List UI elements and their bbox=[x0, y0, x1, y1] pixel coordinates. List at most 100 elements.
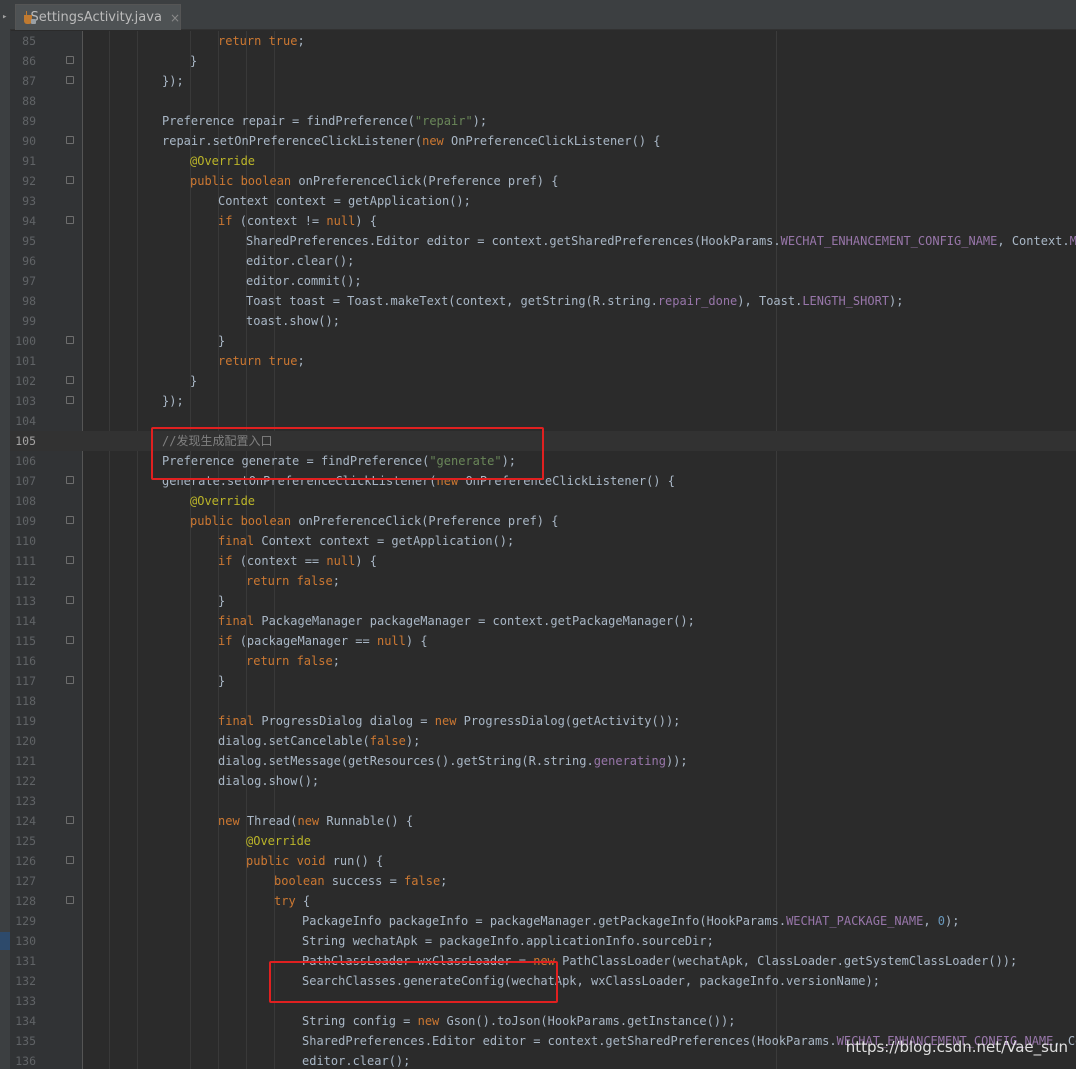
code-line[interactable]: 108 @Override bbox=[10, 491, 1076, 511]
code-line[interactable]: 100} bbox=[10, 331, 1076, 351]
code-line[interactable]: 128 try { bbox=[10, 891, 1076, 911]
line-number: 119 bbox=[15, 714, 36, 728]
line-number: 136 bbox=[15, 1054, 36, 1068]
code-token: String wechatApk = packageInfo.applicati… bbox=[302, 934, 714, 948]
code-line[interactable]: 132 SearchClasses.generateConfig(wechatAp… bbox=[10, 971, 1076, 991]
line-number: 89 bbox=[22, 114, 36, 128]
fold-marker-icon[interactable] bbox=[66, 556, 74, 564]
fold-marker-icon[interactable] bbox=[66, 136, 74, 144]
code-line[interactable]: 94 if (context != null) { bbox=[10, 211, 1076, 231]
code-text: String wechatApk = packageInfo.applicati… bbox=[302, 931, 714, 951]
code-line[interactable]: 92 public boolean onPreferenceClick(Prefe… bbox=[10, 171, 1076, 191]
fold-marker-icon[interactable] bbox=[66, 56, 74, 64]
code-line[interactable]: 130 String wechatApk = packageInfo.applic… bbox=[10, 931, 1076, 951]
code-line[interactable]: 91 @Override bbox=[10, 151, 1076, 171]
code-line[interactable]: 107 generate.setOnPreferenceClickListener… bbox=[10, 471, 1076, 491]
code-token: return bbox=[246, 654, 297, 668]
fold-marker-icon[interactable] bbox=[66, 856, 74, 864]
code-line[interactable]: 102} bbox=[10, 371, 1076, 391]
code-line[interactable]: 99 toast.show(); bbox=[10, 311, 1076, 331]
code-line[interactable]: 89 Preference repair = findPreference("re… bbox=[10, 111, 1076, 131]
code-line[interactable]: 96 editor.clear(); bbox=[10, 251, 1076, 271]
code-line[interactable]: 85 return true; bbox=[10, 31, 1076, 51]
code-line[interactable]: 90 repair.setOnPreferenceClickListener(ne… bbox=[10, 131, 1076, 151]
fold-marker-icon[interactable] bbox=[66, 396, 74, 404]
code-line[interactable]: 88 bbox=[10, 91, 1076, 111]
code-token: Toast toast = Toast.makeText(context, ge… bbox=[246, 294, 658, 308]
code-line[interactable]: 111 if (context == null) { bbox=[10, 551, 1076, 571]
close-icon[interactable]: × bbox=[170, 11, 180, 25]
code-token: PackageManager packageManager = context.… bbox=[261, 614, 695, 628]
code-token: Gson().toJson(HookParams.getInstance()); bbox=[446, 1014, 736, 1028]
tab-settings-activity[interactable]: SettingsActivity.java × bbox=[15, 4, 181, 30]
code-line[interactable]: 104 bbox=[10, 411, 1076, 431]
code-line[interactable]: 133 bbox=[10, 991, 1076, 1011]
code-line[interactable]: 126 public void run() { bbox=[10, 851, 1076, 871]
code-line[interactable]: 118 bbox=[10, 691, 1076, 711]
fold-marker-icon[interactable] bbox=[66, 336, 74, 344]
code-text: return false; bbox=[246, 571, 340, 591]
fold-marker-icon[interactable] bbox=[66, 516, 74, 524]
code-line[interactable]: 114 final PackageManager packageManager =… bbox=[10, 611, 1076, 631]
line-number: 91 bbox=[22, 154, 36, 168]
code-lines[interactable]: 85 return true; 86} 87}); 88 89 Preference rep… bbox=[10, 31, 1076, 1069]
fold-marker-icon[interactable] bbox=[66, 596, 74, 604]
code-line[interactable]: 116 return false; bbox=[10, 651, 1076, 671]
code-editor[interactable]: 85 return true; 86} 87}); 88 89 Preference rep… bbox=[10, 31, 1076, 1069]
code-token: Thread( bbox=[246, 814, 298, 828]
fold-marker-icon[interactable] bbox=[66, 176, 74, 184]
code-line[interactable]: 129 PackageInfo packageInfo = packageMana… bbox=[10, 911, 1076, 931]
code-line[interactable]: 86} bbox=[10, 51, 1076, 71]
collapse-arrow-icon[interactable]: ▸ bbox=[2, 12, 7, 22]
code-line[interactable]: 112 return false; bbox=[10, 571, 1076, 591]
fold-marker-icon[interactable] bbox=[66, 76, 74, 84]
code-line[interactable]: 95 SharedPreferences.Editor editor = cont… bbox=[10, 231, 1076, 251]
code-line[interactable]: 121 dialog.setMessage(getResources().getS… bbox=[10, 751, 1076, 771]
code-line[interactable]: 120 dialog.setCancelable(false); bbox=[10, 731, 1076, 751]
code-line[interactable]: 105 //发现生成配置入口 bbox=[10, 431, 1076, 451]
code-line[interactable]: 93 Context context = getApplication(); bbox=[10, 191, 1076, 211]
fold-marker-icon[interactable] bbox=[66, 476, 74, 484]
line-number: 93 bbox=[22, 194, 36, 208]
code-token: false bbox=[404, 874, 441, 888]
code-line[interactable]: 131 PathClassLoader wxClassLoader = new P… bbox=[10, 951, 1076, 971]
code-token: return bbox=[218, 34, 269, 48]
line-number: 92 bbox=[22, 174, 36, 188]
code-token: MODE_WORLD_READABLE bbox=[1069, 234, 1076, 248]
line-number: 111 bbox=[15, 554, 36, 568]
code-line[interactable]: 109 public boolean onPreferenceClick(Pref… bbox=[10, 511, 1076, 531]
fold-marker-icon[interactable] bbox=[66, 676, 74, 684]
code-line[interactable]: 101 return true; bbox=[10, 351, 1076, 371]
code-line[interactable]: 115 if (packageManager == null) { bbox=[10, 631, 1076, 651]
line-number: 100 bbox=[15, 334, 36, 348]
fold-marker-icon[interactable] bbox=[66, 816, 74, 824]
code-token: repair.setOnPreferenceClickListener( bbox=[162, 134, 423, 148]
code-line[interactable]: 98 Toast toast = Toast.makeText(context, … bbox=[10, 291, 1076, 311]
code-line[interactable]: 123 bbox=[10, 791, 1076, 811]
code-line[interactable]: 127 boolean success = false; bbox=[10, 871, 1076, 891]
line-number: 120 bbox=[15, 734, 36, 748]
code-line[interactable]: 117} bbox=[10, 671, 1076, 691]
code-line[interactable]: 97 editor.commit(); bbox=[10, 271, 1076, 291]
code-line[interactable]: 124 new Thread(new Runnable() { bbox=[10, 811, 1076, 831]
code-token: if bbox=[218, 554, 240, 568]
line-number: 104 bbox=[15, 414, 36, 428]
code-line[interactable]: 113} bbox=[10, 591, 1076, 611]
code-line[interactable]: 87}); bbox=[10, 71, 1076, 91]
line-number: 135 bbox=[15, 1034, 36, 1048]
code-text: if (context == null) { bbox=[218, 551, 377, 571]
code-text: final ProgressDialog dialog = new Progre… bbox=[218, 711, 680, 731]
code-line[interactable]: 103}); bbox=[10, 391, 1076, 411]
code-token: "repair" bbox=[414, 114, 473, 128]
fold-marker-icon[interactable] bbox=[66, 376, 74, 384]
code-line[interactable]: 125 @Override bbox=[10, 831, 1076, 851]
line-number: 130 bbox=[15, 934, 36, 948]
code-line[interactable]: 122 dialog.show(); bbox=[10, 771, 1076, 791]
fold-marker-icon[interactable] bbox=[66, 636, 74, 644]
code-line[interactable]: 110 final Context context = getApplicatio… bbox=[10, 531, 1076, 551]
code-line[interactable]: 119 final ProgressDialog dialog = new Pro… bbox=[10, 711, 1076, 731]
code-line[interactable]: 106 Preference generate = findPreference(… bbox=[10, 451, 1076, 471]
fold-marker-icon[interactable] bbox=[66, 216, 74, 224]
fold-marker-icon[interactable] bbox=[66, 896, 74, 904]
code-line[interactable]: 134 String config = new Gson().toJson(Hoo… bbox=[10, 1011, 1076, 1031]
